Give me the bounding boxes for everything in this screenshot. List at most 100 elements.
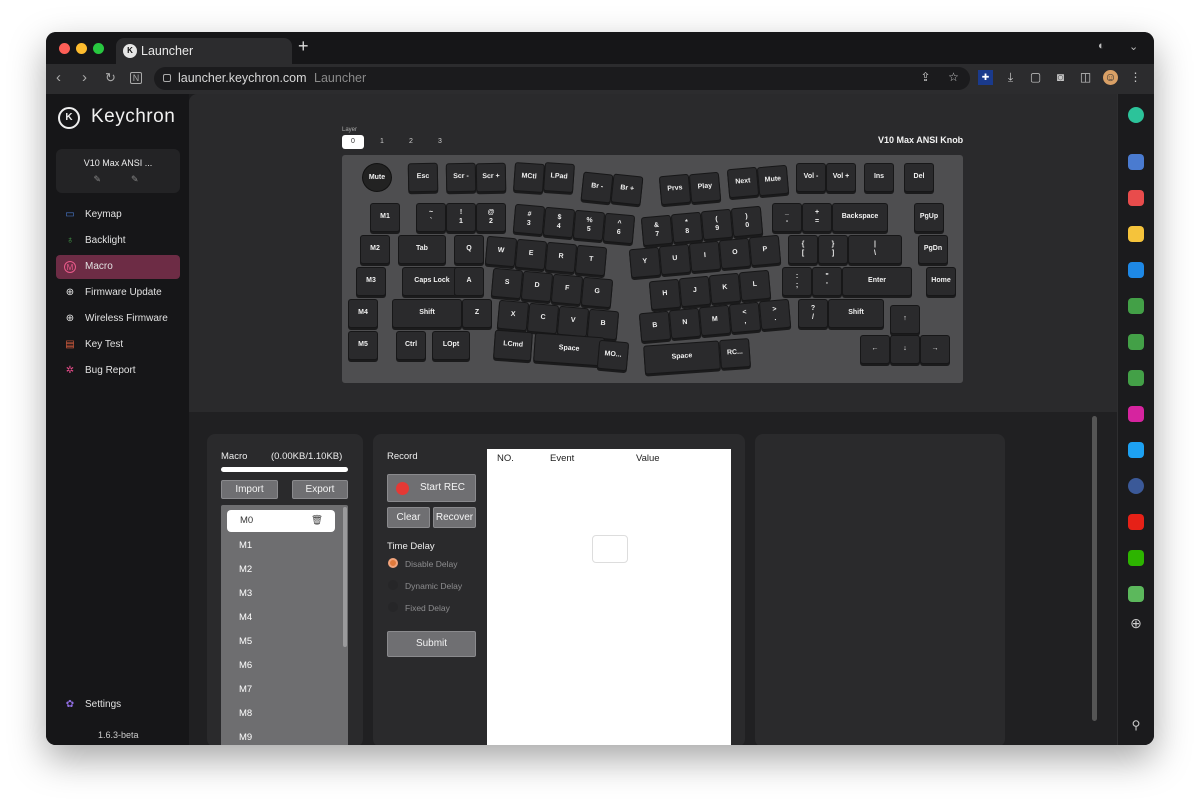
sidebar-item-wireless-firmware[interactable]: ⊕ Wireless Firmware <box>56 307 180 331</box>
key-6[interactable]: Br - <box>580 171 614 204</box>
disable-delay-radio[interactable] <box>388 558 398 568</box>
key-31[interactable]: PgUp <box>914 203 944 232</box>
key-1[interactable]: Esc <box>407 162 439 193</box>
key-44[interactable]: {[ <box>788 235 818 264</box>
key-30[interactable]: Backspace <box>832 203 888 232</box>
uk-flag-icon[interactable]: ✚ <box>978 70 993 85</box>
share-icon[interactable]: ⇪ <box>918 70 933 85</box>
key-23[interactable]: ^ 6 <box>602 212 636 245</box>
key-54[interactable]: G <box>580 276 614 309</box>
key-75[interactable]: ? / <box>798 299 828 328</box>
naver-icon[interactable] <box>1128 550 1144 566</box>
key-78[interactable]: M5 <box>348 331 378 360</box>
knob-key[interactable]: Mute <box>362 163 392 192</box>
twitter-icon[interactable] <box>1128 442 1144 458</box>
key-76[interactable]: Shift <box>828 299 884 328</box>
key-38[interactable]: T <box>574 244 608 277</box>
key-84[interactable]: Space <box>643 340 721 375</box>
layer-tab-3[interactable]: 3 <box>429 135 451 149</box>
key-17[interactable]: ~ ` <box>416 203 446 232</box>
key-59[interactable]: :; <box>782 267 812 296</box>
key-15[interactable]: Del <box>904 163 934 192</box>
key-64[interactable]: Shift <box>392 299 462 328</box>
layer-tab-0[interactable]: 0 <box>342 135 364 149</box>
key-48[interactable]: M3 <box>356 267 386 296</box>
reload-icon[interactable]: ↻ <box>105 70 116 86</box>
pin-icon[interactable]: ⚲ <box>1128 718 1144 734</box>
edge-icon[interactable] <box>1128 262 1144 278</box>
key-61[interactable]: Enter <box>842 267 912 296</box>
key-16[interactable]: M1 <box>370 203 400 232</box>
start-rec-button[interactable]: Start REC <box>387 474 476 502</box>
key-68[interactable]: V <box>556 305 590 338</box>
key-67[interactable]: C <box>526 302 560 335</box>
key-13[interactable]: Vol + <box>826 163 856 192</box>
key-21[interactable]: $4 <box>542 206 576 239</box>
export-button[interactable]: Export <box>292 480 348 499</box>
profile-avatar-icon[interactable]: ◐ <box>1098 40 1105 52</box>
macro-item-m4[interactable]: M4 <box>239 612 252 623</box>
key-52[interactable]: D <box>520 270 554 303</box>
key-3[interactable]: Scr + <box>475 162 507 193</box>
key-28[interactable]: _ - <box>772 203 802 232</box>
key-47[interactable]: PgDn <box>918 235 948 264</box>
clear-button[interactable]: Clear <box>387 507 430 528</box>
macro-item-m6[interactable]: M6 <box>239 660 252 671</box>
macro-item-m5[interactable]: M5 <box>239 636 252 647</box>
user-avatar-icon[interactable]: ☺ <box>1103 70 1118 85</box>
dynamic-delay-radio[interactable] <box>388 580 398 590</box>
key-56[interactable]: J <box>678 275 712 308</box>
tab-list-chevron-icon[interactable]: ⌄ <box>1129 40 1138 53</box>
key-27[interactable]: ) 0 <box>730 205 764 238</box>
key-65[interactable]: Z <box>462 299 492 328</box>
key-36[interactable]: E <box>514 238 548 271</box>
back-icon[interactable]: ‹ <box>56 69 61 86</box>
device-card[interactable]: V10 Max ANSI ... ✎✎ <box>56 149 180 193</box>
fixed-delay-radio[interactable] <box>388 602 398 612</box>
split-view-icon[interactable]: ◫ <box>1078 70 1093 85</box>
key-34[interactable]: Q <box>454 235 484 264</box>
key-11[interactable]: Mute <box>756 164 790 197</box>
key-26[interactable]: (9 <box>700 208 734 241</box>
reader-icon[interactable]: N <box>130 72 142 84</box>
key-45[interactable]: }] <box>818 235 848 264</box>
key-72[interactable]: M <box>698 304 732 337</box>
macro-item-m1[interactable]: M1 <box>239 540 252 551</box>
key-71[interactable]: N <box>668 307 702 340</box>
key-19[interactable]: @2 <box>476 203 506 232</box>
macro-item-m2[interactable]: M2 <box>239 564 252 575</box>
key-2[interactable]: Scr - <box>445 162 477 193</box>
tools-icon[interactable] <box>1128 154 1144 170</box>
instagram-icon[interactable] <box>1128 406 1144 422</box>
camera-icon[interactable]: ◙ <box>1053 70 1068 85</box>
key-42[interactable]: O <box>718 237 752 270</box>
page-scrollbar[interactable] <box>1092 416 1097 721</box>
browser-tab[interactable]: K Launcher <box>116 38 292 64</box>
new-tab-button[interactable]: + <box>298 36 309 57</box>
key-46[interactable]: | \ <box>848 235 902 264</box>
key-74[interactable]: >. <box>758 298 792 331</box>
key-73[interactable]: <, <box>728 301 762 334</box>
layer-tab-1[interactable]: 1 <box>371 135 393 149</box>
key-81[interactable]: LCmd <box>493 329 533 362</box>
macro-item-m9[interactable]: M9 <box>239 732 252 743</box>
key-83[interactable]: MO... <box>596 339 630 372</box>
bulb-app-icon[interactable] <box>1128 298 1144 314</box>
screenshot-icon[interactable]: ▢ <box>1028 70 1043 85</box>
maximize-window-button[interactable] <box>93 43 104 54</box>
key-14[interactable]: Ins <box>864 163 894 192</box>
pocket-icon[interactable] <box>1128 190 1144 206</box>
layer-tab-2[interactable]: 2 <box>400 135 422 149</box>
address-bar[interactable]: launcher.keychron.com Launcher <box>154 67 970 90</box>
key-77[interactable]: ↑ <box>890 305 920 334</box>
key-69[interactable]: B <box>586 308 620 341</box>
key-57[interactable]: K <box>708 272 742 305</box>
key-20[interactable]: #3 <box>512 203 546 236</box>
key-58[interactable]: L <box>738 269 772 302</box>
key-24[interactable]: & 7 <box>640 214 674 247</box>
key-4[interactable]: MCtl <box>513 161 545 194</box>
key-79[interactable]: Ctrl <box>396 331 426 360</box>
key-12[interactable]: Vol - <box>796 163 826 192</box>
key-82[interactable]: Space <box>533 332 605 367</box>
key-40[interactable]: U <box>658 243 692 276</box>
